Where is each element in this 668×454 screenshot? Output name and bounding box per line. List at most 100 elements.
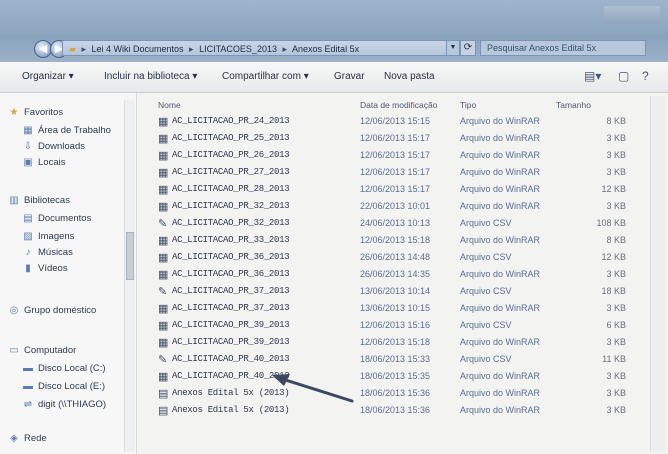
column-header-type[interactable]: Tipo (460, 100, 476, 110)
views-icon[interactable]: ▤▾ (584, 69, 601, 83)
file-row[interactable]: ▦ AC_LICITACAO_PR_36_2013 26/06/2013 14:48… (150, 250, 645, 267)
file-row[interactable]: ▦ AC_LICITACAO_PR_37_2013 13/06/2013 10:15… (150, 301, 645, 318)
nav-computer[interactable]: ▭ Computador (8, 345, 76, 356)
file-name: AC_LICITACAO_PR_28_2013 (172, 184, 290, 194)
file-name: Anexos Edital 5x (2013) (172, 405, 290, 415)
file-row[interactable]: ▦ AC_LICITACAO_PR_27_2013 12/06/2013 15:17… (150, 165, 645, 182)
share-with-menu[interactable]: Compartilhar com ▾ (222, 71, 309, 82)
file-name: AC_LICITACAO_PR_39_2013 (172, 320, 290, 330)
include-in-library-menu[interactable]: Incluir na biblioteca ▾ (104, 71, 197, 82)
file-size: 3 KB (606, 167, 626, 177)
nav-drive-c[interactable]: ▬ Disco Local (C:) (22, 363, 106, 374)
file-name: AC_LICITACAO_PR_27_2013 (172, 167, 290, 177)
file-row[interactable]: ▦ AC_LICITACAO_PR_33_2013 12/06/2013 15:18… (150, 233, 645, 250)
nav-network[interactable]: ◈ Rede (8, 433, 47, 444)
file-size: 3 KB (606, 388, 626, 398)
file-row[interactable]: ▦ AC_LICITACAO_PR_28_2013 12/06/2013 15:17… (150, 182, 645, 199)
word-doc-icon: ▦ (158, 235, 169, 247)
file-row[interactable]: ▦ AC_LICITACAO_PR_25_2013 12/06/2013 15:17… (150, 131, 645, 148)
nav-network-drive[interactable]: ⇌ digit (\\THIAGO) (22, 399, 106, 410)
nav-libraries[interactable]: ▥ Bibliotecas (8, 195, 70, 206)
nav-homegroup[interactable]: ◎ Grupo doméstico (8, 305, 97, 316)
file-name: AC_LICITACAO_PR_39_2013 (172, 337, 290, 347)
txt-icon: ✎ (158, 218, 168, 230)
nav-places[interactable]: ▣ Locais (22, 157, 65, 168)
file-type: Arquivo do WinRAR (460, 303, 541, 313)
file-date: 18/06/2013 15:36 (360, 405, 431, 415)
word-doc-icon: ▦ (158, 201, 169, 213)
file-date: 24/06/2013 10:13 (360, 218, 431, 228)
file-name: AC_LICITACAO_PR_40_2013 (172, 354, 290, 364)
file-row[interactable]: ▦ AC_LICITACAO_PR_39_2013 12/06/2013 15:16… (150, 318, 645, 335)
nav-downloads[interactable]: ⇩ Downloads (22, 141, 85, 152)
homegroup-icon: ◎ (9, 305, 19, 316)
file-row[interactable]: ▦ AC_LICITACAO_PR_32_2013 22/06/2013 10:01… (150, 199, 645, 216)
network-drive-icon: ⇌ (23, 399, 33, 410)
file-name: AC_LICITACAO_PR_36_2013 (172, 252, 290, 262)
help-icon[interactable]: ? (642, 69, 649, 83)
file-size: 12 KB (601, 252, 626, 262)
file-row[interactable]: ▤ Anexos Edital 5x (2013) 18/06/2013 15:36… (150, 386, 645, 403)
nav-favorites[interactable]: ★ Favoritos (8, 107, 64, 118)
drive-icon: ▬ (23, 363, 33, 374)
word-doc-icon: ▦ (158, 184, 169, 196)
file-date: 12/06/2013 15:18 (360, 337, 431, 347)
nav-music[interactable]: ♪ Músicas (22, 247, 73, 258)
file-name: AC_LICITACAO_PR_36_2013 (172, 269, 290, 279)
file-type: Arquivo do WinRAR (460, 235, 541, 245)
preview-pane-icon[interactable]: ▢ (618, 69, 629, 83)
file-size: 3 KB (606, 405, 626, 415)
column-header-name[interactable]: Nome (158, 100, 181, 110)
file-type: Arquivo do WinRAR (460, 337, 541, 347)
file-list-scrollbar[interactable] (650, 96, 665, 452)
search-input[interactable]: Pesquisar Anexos Edital 5x (480, 40, 646, 56)
file-row[interactable]: ✎ AC_LICITACAO_PR_37_2013 13/06/2013 10:14… (150, 284, 645, 301)
nav-pictures[interactable]: ▨ Imagens (22, 231, 74, 242)
breadcrumb-item[interactable]: Anexos Edital 5x (292, 44, 359, 54)
column-header-size[interactable]: Tamanho (556, 100, 591, 110)
file-row[interactable]: ▦ AC_LICITACAO_PR_36_2013 26/06/2013 14:35… (150, 267, 645, 284)
breadcrumb-separator: ▸ (189, 44, 194, 54)
breadcrumb-item[interactable]: Lei 4 Wiki Documentos (91, 44, 183, 54)
file-name: AC_LICITACAO_PR_40_2013 (172, 371, 290, 381)
file-name: AC_LICITACAO_PR_33_2013 (172, 235, 290, 245)
file-size: 3 KB (606, 303, 626, 313)
file-name: AC_LICITACAO_PR_32_2013 (172, 218, 290, 228)
file-size: 11 KB (602, 354, 626, 364)
file-type: Arquivo CSV (460, 320, 512, 330)
file-size: 3 KB (606, 269, 626, 279)
file-name: AC_LICITACAO_PR_37_2013 (172, 303, 290, 313)
file-row[interactable]: ▦ AC_LICITACAO_PR_24_2013 12/06/2013 15:15… (150, 114, 645, 131)
address-dropdown-button[interactable]: ▼ (446, 40, 460, 56)
command-bar: Organizar ▾ Incluir na biblioteca ▾ Comp… (0, 62, 668, 93)
file-date: 22/06/2013 10:01 (360, 201, 431, 211)
refresh-button[interactable]: ⟳ (460, 40, 476, 56)
word-doc-icon: ▦ (158, 133, 169, 145)
file-row[interactable]: ▦ AC_LICITACAO_PR_26_2013 12/06/2013 15:17… (150, 148, 645, 165)
file-name: AC_LICITACAO_PR_25_2013 (172, 133, 290, 143)
address-bar[interactable]: ▰ ▸ Lei 4 Wiki Documentos ▸ LICITACOES_2… (62, 40, 448, 56)
file-row[interactable]: ✎ AC_LICITACAO_PR_32_2013 24/06/2013 10:13… (150, 216, 645, 233)
file-row[interactable]: ▦ AC_LICITACAO_PR_39_2013 12/06/2013 15:18… (150, 335, 645, 352)
downloads-icon: ⇩ (23, 141, 33, 152)
word-doc-icon: ▦ (158, 150, 169, 162)
nav-videos[interactable]: ▮ Vídeos (22, 263, 67, 274)
breadcrumb-item[interactable]: LICITACOES_2013 (199, 44, 277, 54)
file-row[interactable]: ▤ Anexos Edital 5x (2013) 18/06/2013 15:36… (150, 403, 645, 420)
burn-button[interactable]: Gravar (334, 71, 365, 82)
new-folder-button[interactable]: Nova pasta (384, 71, 435, 82)
nav-drive-e[interactable]: ▬ Disco Local (E:) (22, 381, 105, 392)
file-type: Arquivo CSV (460, 354, 512, 364)
word-doc-icon: ▦ (158, 320, 169, 332)
file-date: 18/06/2013 15:35 (360, 371, 431, 381)
nav-documents[interactable]: ▤ Documentos (22, 213, 91, 224)
file-row[interactable]: ✎ AC_LICITACAO_PR_40_2013 18/06/2013 15:33… (150, 352, 645, 369)
column-header-date[interactable]: Data de modificação (360, 100, 438, 110)
organize-menu[interactable]: Organizar ▾ (22, 71, 74, 82)
window-controls[interactable] (604, 6, 660, 24)
file-row[interactable]: ▦ AC_LICITACAO_PR_40_2013 18/06/2013 15:35… (150, 369, 645, 386)
navigation-scrollbar-thumb[interactable] (126, 232, 134, 280)
file-type: Arquivo do WinRAR (460, 269, 541, 279)
file-size: 3 KB (606, 201, 626, 211)
nav-desktop[interactable]: ▦ Área de Trabalho (22, 125, 111, 136)
